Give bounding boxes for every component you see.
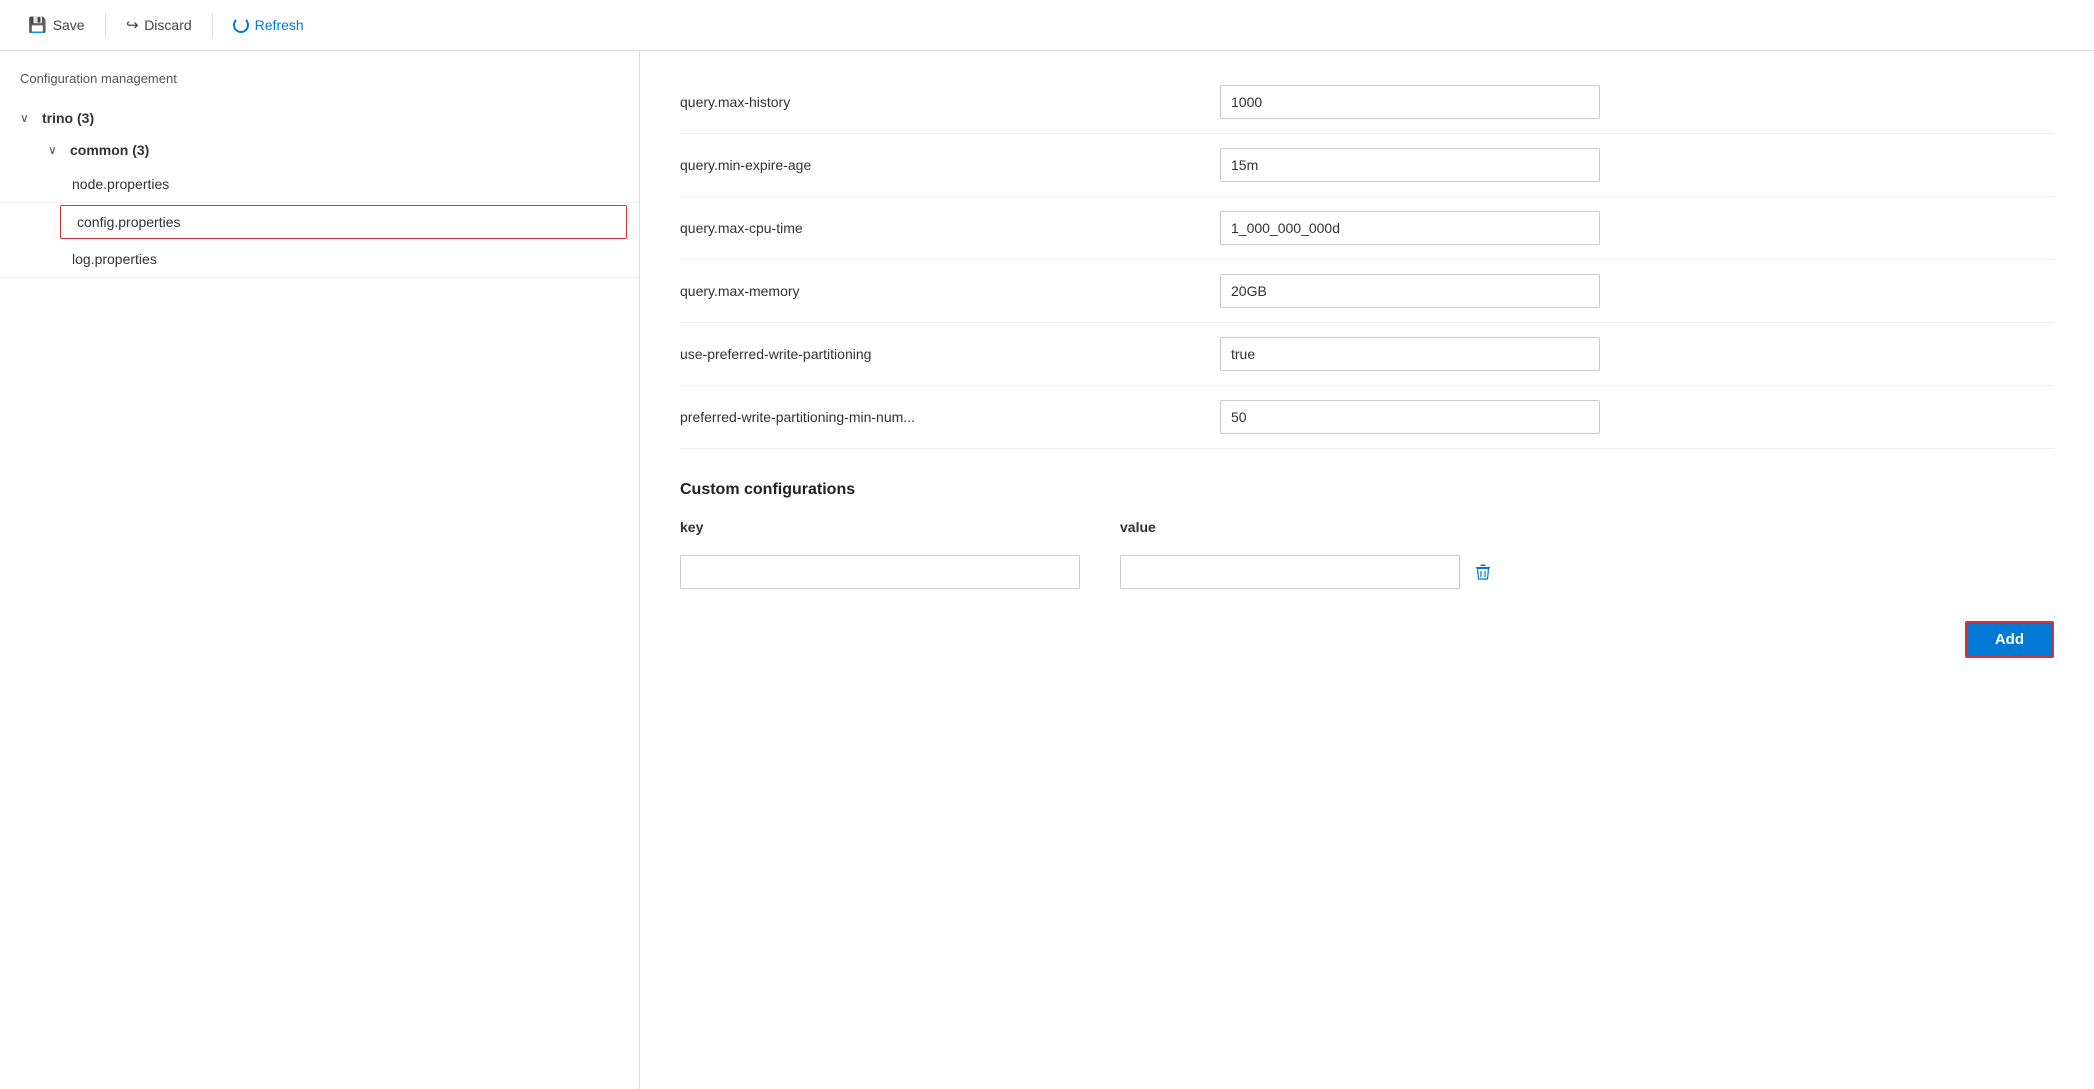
right-panel: query.max-history query.min-expire-age q… <box>640 51 2094 1089</box>
custom-config-area: key value <box>680 519 2054 678</box>
toolbar-divider-2 <box>212 13 213 37</box>
config-row-query-max-history: query.max-history <box>680 71 2054 134</box>
leaf-label: node.properties <box>72 176 169 192</box>
sidebar-item-config-properties[interactable]: config.properties <box>60 205 627 239</box>
tree-sub-label: common (3) <box>70 142 149 158</box>
config-input-query-max-cpu-time[interactable] <box>1220 211 1600 245</box>
config-input-preferred-write-partitioning-min-num[interactable] <box>1220 400 1600 434</box>
delete-row-button-0[interactable] <box>1470 559 1496 585</box>
custom-value-input-0[interactable] <box>1120 555 1460 589</box>
config-row-query-max-cpu-time: query.max-cpu-time <box>680 197 2054 260</box>
custom-configurations-title: Custom configurations <box>680 481 2054 499</box>
refresh-label: Refresh <box>255 17 304 33</box>
key-column-label: key <box>680 519 703 535</box>
value-column-label: value <box>1120 519 1156 535</box>
config-label-query-min-expire-age: query.min-expire-age <box>680 157 1180 173</box>
config-rows: query.max-history query.min-expire-age q… <box>680 71 2054 449</box>
refresh-icon <box>233 17 249 33</box>
config-input-query-max-history[interactable] <box>1220 85 1600 119</box>
save-icon: 💾 <box>28 16 47 34</box>
sidebar: Configuration management ∨ trino (3) ∨ c… <box>0 51 640 1089</box>
chevron-down-icon-2: ∨ <box>48 143 62 157</box>
discard-label: Discard <box>144 17 191 33</box>
save-label: Save <box>53 17 85 33</box>
config-row-use-preferred-write-partitioning: use-preferred-write-partitioning <box>680 323 2054 386</box>
toolbar: 💾 Save ↩ Discard Refresh <box>0 0 2094 51</box>
custom-rows <box>680 547 2054 597</box>
tree-root-trino[interactable]: ∨ trino (3) <box>0 102 639 134</box>
config-label-query-max-memory: query.max-memory <box>680 283 1180 299</box>
tree-sub-common[interactable]: ∨ common (3) <box>0 134 639 166</box>
config-input-query-max-memory[interactable] <box>1220 274 1600 308</box>
config-input-query-min-expire-age[interactable] <box>1220 148 1600 182</box>
sidebar-item-node-properties[interactable]: node.properties <box>0 166 639 203</box>
leaf-label: config.properties <box>77 214 181 230</box>
config-row-preferred-write-partitioning-min-num: preferred-write-partitioning-min-num... <box>680 386 2054 449</box>
config-row-query-max-memory: query.max-memory <box>680 260 2054 323</box>
config-label-use-preferred-write-partitioning: use-preferred-write-partitioning <box>680 346 1180 362</box>
config-label-query-max-cpu-time: query.max-cpu-time <box>680 220 1180 236</box>
sidebar-title: Configuration management <box>0 67 639 102</box>
save-button[interactable]: 💾 Save <box>20 12 93 38</box>
custom-row-0 <box>680 547 2054 597</box>
custom-config-header: key value <box>680 519 2054 547</box>
trash-icon <box>1474 563 1492 581</box>
add-btn-row: Add <box>680 621 2054 678</box>
config-label-preferred-write-partitioning-min-num: preferred-write-partitioning-min-num... <box>680 409 1180 425</box>
config-label-query-max-history: query.max-history <box>680 94 1180 110</box>
custom-key-input-0[interactable] <box>680 555 1080 589</box>
config-input-use-preferred-write-partitioning[interactable] <box>1220 337 1600 371</box>
discard-icon: ↩ <box>126 16 139 34</box>
chevron-down-icon: ∨ <box>20 111 34 125</box>
toolbar-divider-1 <box>105 13 106 37</box>
tree-root-label: trino (3) <box>42 110 94 126</box>
discard-button[interactable]: ↩ Discard <box>118 12 200 38</box>
main-area: Configuration management ∨ trino (3) ∨ c… <box>0 51 2094 1089</box>
refresh-button[interactable]: Refresh <box>225 13 312 37</box>
leaf-label: log.properties <box>72 251 157 267</box>
sidebar-item-log-properties[interactable]: log.properties <box>0 241 639 278</box>
add-button[interactable]: Add <box>1965 621 2054 658</box>
config-row-query-min-expire-age: query.min-expire-age <box>680 134 2054 197</box>
